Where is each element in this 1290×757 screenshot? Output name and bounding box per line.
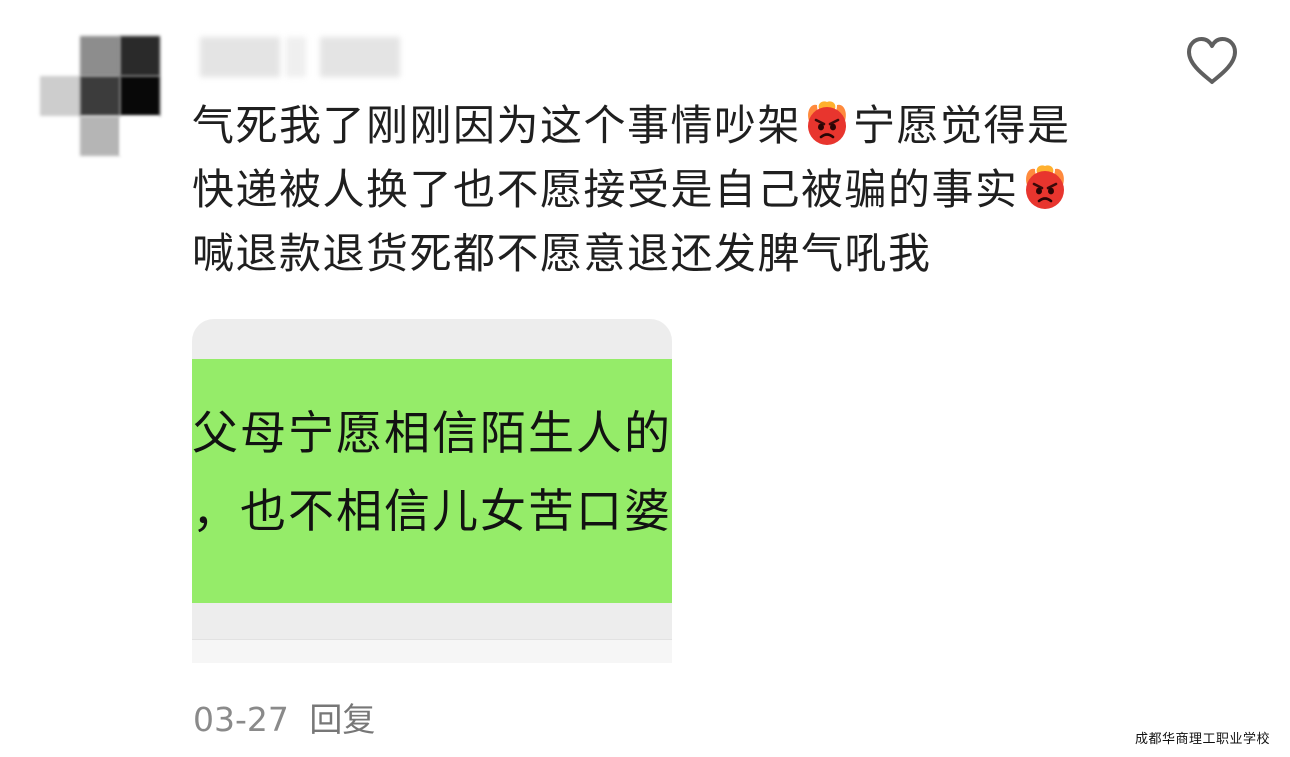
- username-obscured-part: [286, 37, 306, 77]
- heart-outline-icon: [1187, 37, 1237, 84]
- comment-text-segment: 气死我了刚刚因为这个事情吵架: [192, 101, 802, 150]
- image-bottom-strip: [192, 639, 672, 663]
- avatar[interactable]: [40, 36, 160, 156]
- angry-devil-emoji-icon: [803, 99, 851, 147]
- comment-text-segment: 喊退款退货死都不愿意退还发脾气吼我: [192, 229, 932, 278]
- username-obscured-part: [320, 37, 400, 77]
- comment-meta: 03-27 回复: [193, 700, 375, 740]
- reply-button[interactable]: 回复: [309, 700, 375, 739]
- comment-text: 气死我了刚刚因为这个事情吵架 宁愿觉得是快递被人换了也不愿接受是自己被骗的事实 …: [192, 94, 1112, 286]
- comment-date: 03-27: [193, 700, 289, 739]
- watermark: 成都华商理工职业学校: [1134, 732, 1270, 747]
- angry-devil-emoji-icon: [1021, 163, 1069, 211]
- image-text-line-1: 父母宁愿相信陌生人的: [192, 406, 672, 460]
- username-obscured[interactable]: [200, 37, 280, 77]
- attached-image[interactable]: 父母宁愿相信陌生人的 ，也不相信儿女苦口婆: [192, 319, 672, 663]
- image-text-line-2: ，也不相信儿女苦口婆: [192, 484, 672, 538]
- like-button[interactable]: [1184, 36, 1240, 86]
